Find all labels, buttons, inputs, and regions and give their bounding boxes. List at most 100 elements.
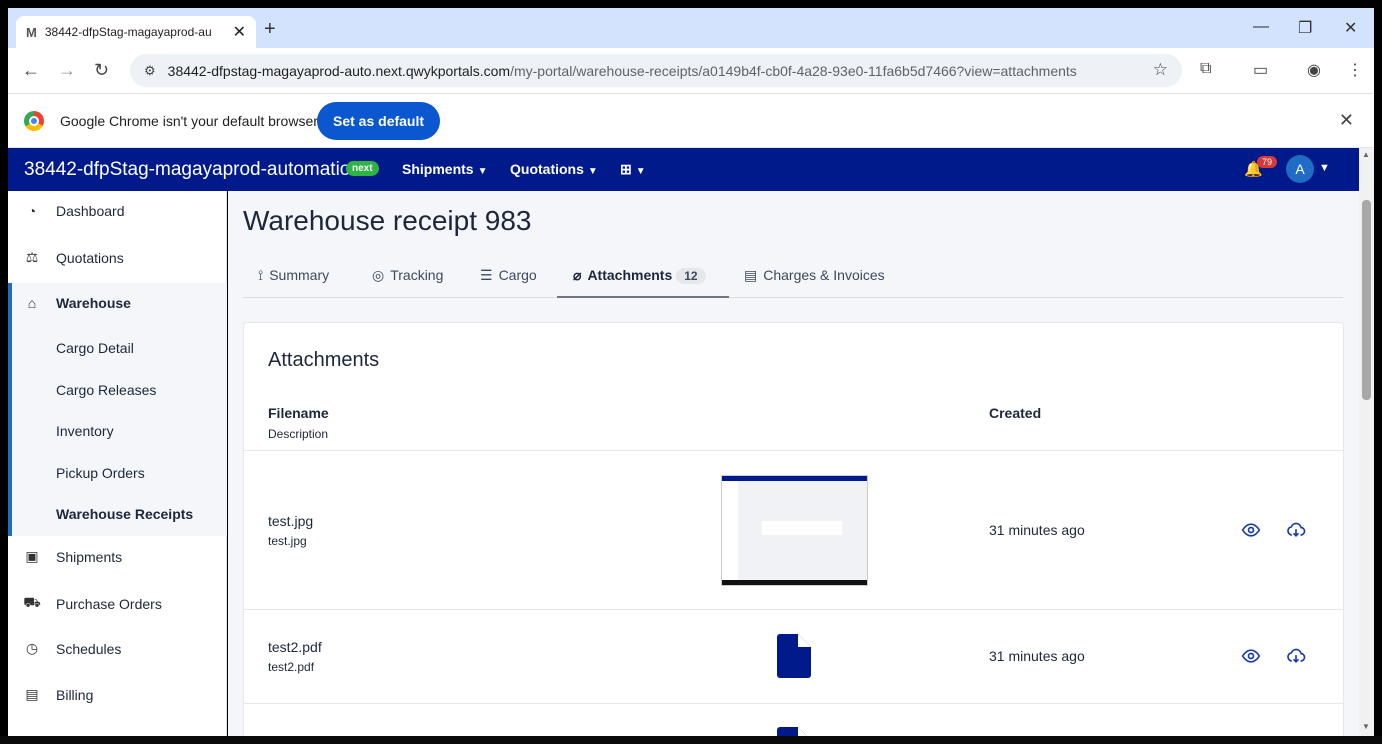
sidebar-item-pickup-orders[interactable]: Pickup Orders — [56, 465, 145, 481]
restore-icon[interactable]: ❐ — [1298, 18, 1312, 38]
sidebar-item-shipments[interactable]: ▣ Shipments — [8, 548, 227, 565]
main-content: Warehouse receipt 983 ⟟ Summary ◎ Tracking… — [228, 191, 1359, 736]
close-window-icon[interactable]: ✕ — [1344, 18, 1357, 38]
column-header-created: Created — [989, 405, 1042, 421]
url-path: /my-portal/warehouse-receipts/a0149b4f-c… — [510, 62, 1077, 79]
extensions-icon[interactable]: ⧉ — [1200, 60, 1211, 78]
divider — [244, 450, 1343, 451]
page-scrollbar[interactable]: ▲ ▼ — [1359, 148, 1374, 736]
reload-icon[interactable]: ↻ — [94, 60, 109, 81]
profile-icon[interactable]: ◉ — [1307, 60, 1321, 80]
scroll-up-icon[interactable]: ▲ — [1362, 150, 1370, 159]
close-tab-icon[interactable]: ✕ — [233, 22, 246, 42]
menu-kebab-icon[interactable]: ⋮ — [1347, 60, 1363, 80]
os-taskbar — [0, 736, 1382, 744]
back-icon[interactable]: ← — [22, 60, 40, 81]
app-header: 38442-dfpStag-magayaprod-automation next… — [8, 148, 1359, 191]
sidebar-item-cargo-detail[interactable]: Cargo Detail — [56, 340, 134, 356]
address-bar[interactable]: ⚙ 38442-dfpstag-magayaprod-auto.next.qwy… — [130, 54, 1182, 87]
avatar[interactable]: A — [1286, 155, 1314, 183]
active-tab-indicator — [557, 296, 729, 298]
chevron-down-icon[interactable]: ▼ — [1319, 162, 1330, 174]
paperclip-icon: ⌀ — [573, 267, 582, 283]
nav-shipments-label: Shipments — [402, 161, 474, 177]
infobar-message: Google Chrome isn't your default browser — [60, 113, 318, 129]
sidebar-item-label: Dashboard — [56, 203, 125, 219]
attachments-card: Attachments Filename Description Created… — [243, 322, 1344, 736]
billing-icon: ▤ — [25, 686, 39, 702]
cloud-download-icon[interactable] — [1286, 520, 1306, 540]
target-icon: ◎ — [372, 267, 385, 283]
receipt-tabs: ⟟ Summary ◎ Tracking ☰ Cargo ⌀ Attachments 12… — [243, 253, 1343, 298]
minimize-icon[interactable]: — — [1253, 18, 1269, 36]
attachment-image-preview[interactable] — [721, 475, 868, 586]
plus-square-icon: ⊞ — [620, 161, 632, 177]
chevron-down-icon: ▼ — [635, 166, 646, 177]
sidebar-item-schedules[interactable]: ◷ Schedules — [8, 640, 227, 657]
attachment-created: 31 minutes ago — [989, 648, 1085, 664]
app-title[interactable]: 38442-dfpStag-magayaprod-automation — [24, 159, 361, 181]
cloud-download-icon[interactable] — [1286, 646, 1306, 666]
tab-summary[interactable]: ⟟ Summary — [258, 267, 329, 284]
nav-shipments-menu[interactable]: Shipments ▼ — [402, 161, 487, 177]
browser-tab[interactable]: M 38442-dfpStag-magayaprod-au ✕ — [16, 16, 256, 48]
set-default-button[interactable]: Set as default — [317, 102, 441, 140]
column-header-filename: Filename — [268, 405, 329, 421]
tab-tracking[interactable]: ◎ Tracking — [372, 267, 443, 284]
nav-quotations-label: Quotations — [510, 161, 584, 177]
tab-label: Cargo — [498, 267, 537, 283]
file-icon[interactable] — [777, 727, 811, 736]
divider — [244, 609, 1343, 610]
attachment-created: 31 minutes ago — [989, 522, 1085, 538]
attachment-filename: test2.pdf — [268, 639, 322, 655]
sidebar-item-inventory[interactable]: Inventory — [56, 423, 114, 439]
scroll-down-icon[interactable]: ▼ — [1362, 722, 1370, 731]
chrome-logo-icon — [24, 111, 44, 131]
sidebar-item-quotations[interactable]: ⚖ Quotations — [8, 249, 227, 266]
warehouse-icon: ⌂ — [27, 295, 37, 311]
eye-icon[interactable] — [1241, 646, 1261, 666]
tab-label: Attachments — [587, 267, 673, 283]
tab-attachments[interactable]: ⌀ Attachments 12 — [573, 267, 706, 284]
close-infobar-icon[interactable]: ✕ — [1339, 110, 1354, 131]
sidebar-item-warehouse-receipts[interactable]: Warehouse Receipts — [56, 506, 193, 522]
rss-icon: ⟟ — [258, 267, 264, 283]
next-badge: next — [346, 161, 379, 176]
sidebar-item-cargo-releases[interactable]: Cargo Releases — [56, 382, 156, 398]
column-header-description: Description — [268, 427, 329, 441]
cart-icon: ⛟ — [23, 594, 41, 610]
sidebar-item-label: Purchase Orders — [56, 595, 162, 612]
attachment-description: test2.pdf — [268, 660, 315, 674]
browser-toolbar: ← → ↻ ⚙ 38442-dfpstag-magayaprod-auto.ne… — [8, 48, 1374, 94]
sidebar-item-billing[interactable]: ▤ Billing — [8, 686, 227, 703]
eye-icon[interactable] — [1241, 520, 1261, 540]
site-info-icon[interactable]: ⚙ — [144, 63, 156, 79]
tab-charges-invoices[interactable]: ▤ Charges & Invoices — [744, 267, 885, 284]
sidebar-item-warehouse[interactable]: ⌂ Warehouse — [8, 295, 227, 311]
sidebar-item-dashboard[interactable]: ◔ Dashboard — [8, 203, 227, 219]
new-tab-icon[interactable]: + — [264, 18, 276, 41]
file-icon[interactable] — [777, 634, 811, 678]
sidebar-item-purchase-orders[interactable]: ⛟ Purchase Orders — [8, 594, 227, 613]
forward-icon[interactable]: → — [58, 60, 76, 81]
create-new-menu[interactable]: ⊞ ▼ — [620, 161, 646, 178]
sidebar: ◔ Dashboard ⚖ Quotations ⌂ Warehouse Cargo … — [8, 191, 227, 736]
package-icon: ▣ — [25, 548, 39, 564]
browser-tabstrip: M 38442-dfpStag-magayaprod-au ✕ + — ❐ ✕ — [8, 8, 1374, 48]
sidebar-item-label: Schedules — [56, 640, 122, 657]
card-title: Attachments — [268, 349, 380, 371]
warehouse-submenu: ⌂ Warehouse Cargo Detail Cargo Releases I… — [8, 283, 227, 536]
tab-cargo[interactable]: ☰ Cargo — [480, 267, 537, 284]
sidebar-item-label: Shipments — [56, 548, 123, 565]
site-favicon: M — [26, 24, 37, 40]
url-host: 38442-dfpstag-magayaprod-auto.next.qwykp… — [167, 62, 511, 79]
nav-quotations-menu[interactable]: Quotations ▼ — [510, 161, 598, 177]
bookmark-star-icon[interactable]: ☆ — [1153, 60, 1168, 80]
chevron-down-icon: ▼ — [477, 166, 488, 177]
scroll-thumb[interactable] — [1362, 200, 1371, 400]
clock-icon: ◷ — [25, 640, 39, 656]
sidebar-item-label: Quotations — [56, 249, 124, 266]
attachments-count-badge: 12 — [676, 268, 706, 284]
tab-search-icon[interactable]: ▭ — [1253, 60, 1268, 80]
document-icon: ▤ — [744, 267, 758, 283]
